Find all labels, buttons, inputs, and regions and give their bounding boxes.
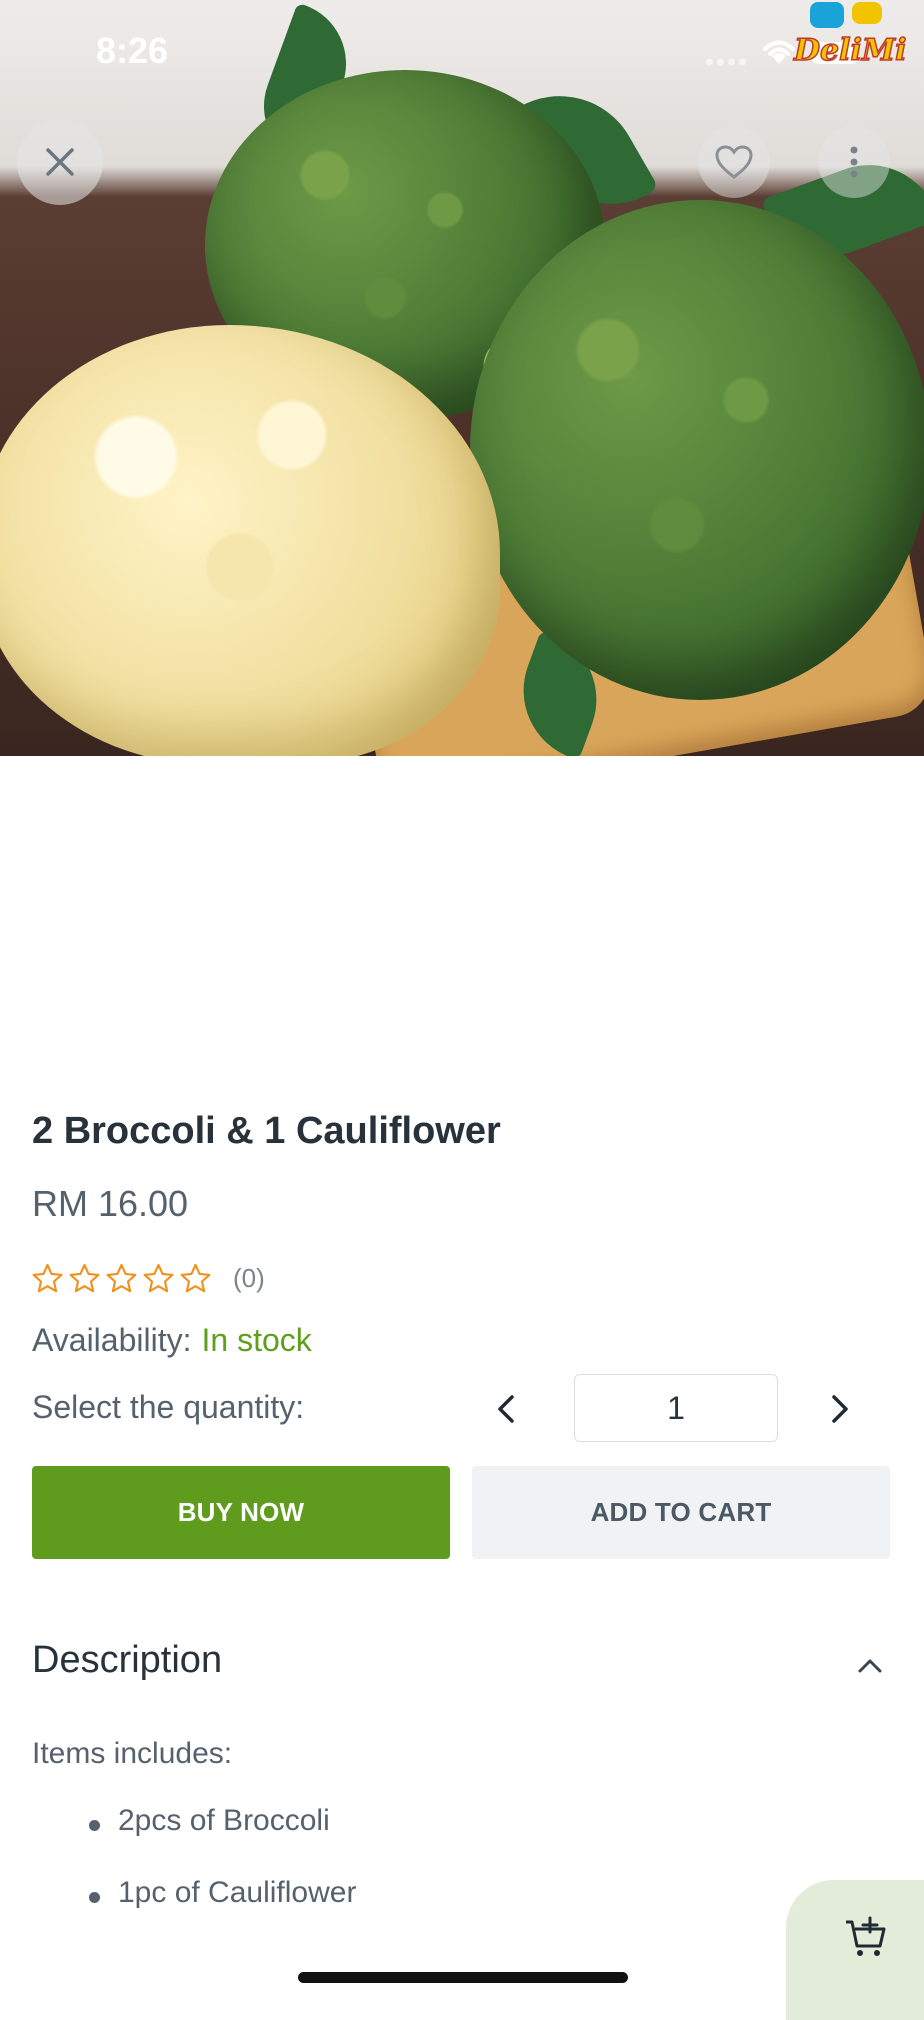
brand-logo: DeliMi	[792, 2, 907, 69]
more-options-button[interactable]	[818, 126, 890, 198]
quantity-label: Select the quantity:	[32, 1389, 305, 1425]
broccoli-front	[470, 200, 924, 700]
description-heading: Description	[32, 1639, 223, 1681]
close-button[interactable]	[17, 119, 103, 205]
star-icon	[180, 1263, 211, 1292]
chevron-up-icon	[858, 1659, 882, 1673]
svg-text:DeliMi: DeliMi	[793, 33, 907, 68]
cart-add-icon	[846, 1916, 886, 1956]
star-icon	[32, 1263, 63, 1292]
description-intro: Items includes:	[32, 1737, 233, 1770]
favorite-button[interactable]	[698, 126, 770, 198]
home-indicator	[298, 1972, 628, 1983]
availability-label: Availability:	[32, 1322, 192, 1358]
product-title: 2 Broccoli & 1 Cauliflower	[32, 1110, 501, 1152]
list-item: 2pcs of Broccoli	[84, 1804, 356, 1876]
star-icon	[69, 1263, 100, 1292]
rating-stars[interactable]: (0)	[32, 1258, 265, 1298]
availability: Availability: In stock	[32, 1322, 312, 1359]
quantity-decrease-button[interactable]	[484, 1384, 528, 1434]
heart-icon	[715, 145, 753, 179]
description-toggle[interactable]	[850, 1648, 890, 1684]
list-item: 1pc of Cauliflower	[84, 1876, 356, 1948]
close-icon	[46, 148, 74, 176]
status-time: 8:26	[96, 30, 169, 71]
add-to-cart-button[interactable]: ADD TO CART	[472, 1466, 890, 1559]
star-icon	[143, 1263, 174, 1292]
chevron-right-icon	[832, 1395, 848, 1423]
chevron-left-icon	[498, 1395, 514, 1423]
signal-icon	[704, 58, 748, 66]
more-vertical-icon	[850, 146, 858, 178]
star-icon	[106, 1263, 137, 1292]
rating-count: (0)	[233, 1262, 265, 1293]
cart-fab-button[interactable]	[786, 1880, 924, 2020]
description-list: 2pcs of Broccoli 1pc of Cauliflower	[84, 1804, 356, 1948]
buy-now-button[interactable]: BUY NOW	[32, 1466, 450, 1559]
product-price: RM 16.00	[32, 1183, 189, 1224]
product-image: 8:26 DeliMi	[0, 0, 924, 756]
quantity-increase-button[interactable]	[818, 1384, 862, 1434]
availability-value: In stock	[201, 1322, 312, 1358]
quantity-input[interactable]	[574, 1374, 778, 1442]
